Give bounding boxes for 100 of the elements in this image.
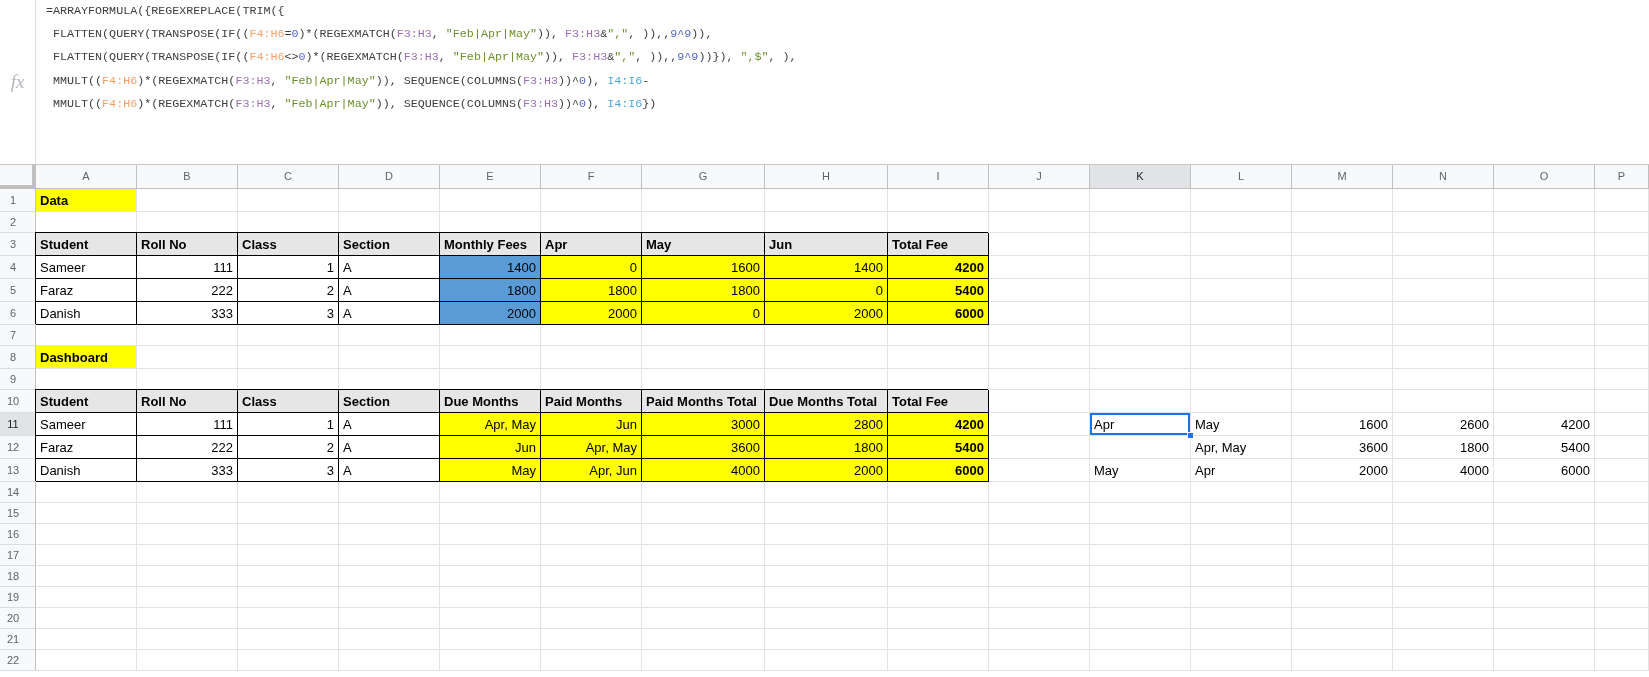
header-cell[interactable]: Total Fee [888, 390, 989, 413]
sheet-cell[interactable]: 4200 [888, 256, 989, 279]
empty-cell[interactable] [1191, 545, 1292, 566]
empty-cell[interactable] [1191, 524, 1292, 545]
empty-cell[interactable] [1292, 587, 1393, 608]
empty-cell[interactable] [1090, 545, 1191, 566]
empty-cell[interactable] [137, 325, 238, 346]
empty-cell[interactable] [1494, 503, 1595, 524]
sheet-cell[interactable]: 2 [238, 436, 339, 459]
empty-cell[interactable] [1090, 436, 1191, 459]
empty-cell[interactable] [137, 608, 238, 629]
empty-cell[interactable] [1494, 608, 1595, 629]
empty-cell[interactable] [1494, 545, 1595, 566]
empty-cell[interactable] [1595, 459, 1649, 482]
title-cell[interactable]: Data [36, 189, 137, 212]
empty-cell[interactable] [1393, 325, 1494, 346]
empty-cell[interactable] [1292, 566, 1393, 587]
empty-cell[interactable] [989, 503, 1090, 524]
empty-cell[interactable] [238, 566, 339, 587]
empty-cell[interactable] [1292, 482, 1393, 503]
empty-cell[interactable] [642, 608, 765, 629]
sheet-cell[interactable]: 5400 [1494, 436, 1595, 459]
empty-cell[interactable] [1595, 302, 1649, 325]
sheet-cell[interactable]: 4000 [642, 459, 765, 482]
sheet-cell[interactable]: 2000 [541, 302, 642, 325]
empty-cell[interactable] [1595, 524, 1649, 545]
column-header[interactable]: C [238, 165, 339, 189]
empty-cell[interactable] [1393, 629, 1494, 650]
empty-cell[interactable] [440, 503, 541, 524]
row-header[interactable]: 3 [0, 233, 36, 256]
empty-cell[interactable] [1191, 650, 1292, 671]
empty-cell[interactable] [888, 629, 989, 650]
empty-cell[interactable] [1090, 212, 1191, 233]
empty-cell[interactable] [440, 346, 541, 369]
empty-cell[interactable] [765, 629, 888, 650]
empty-cell[interactable] [1393, 545, 1494, 566]
empty-cell[interactable] [989, 629, 1090, 650]
sheet-cell[interactable]: A [339, 459, 440, 482]
empty-cell[interactable] [238, 325, 339, 346]
empty-cell[interactable] [541, 566, 642, 587]
empty-cell[interactable] [1494, 256, 1595, 279]
empty-cell[interactable] [1292, 608, 1393, 629]
empty-cell[interactable] [137, 650, 238, 671]
empty-cell[interactable] [989, 566, 1090, 587]
empty-cell[interactable] [1393, 566, 1494, 587]
empty-cell[interactable] [339, 503, 440, 524]
empty-cell[interactable] [1393, 482, 1494, 503]
empty-cell[interactable] [765, 482, 888, 503]
empty-cell[interactable] [339, 545, 440, 566]
sheet-cell[interactable]: 222 [137, 436, 238, 459]
empty-cell[interactable] [1595, 650, 1649, 671]
empty-cell[interactable] [642, 566, 765, 587]
empty-cell[interactable] [765, 189, 888, 212]
sheet-cell[interactable]: Sameer [36, 256, 137, 279]
empty-cell[interactable] [1090, 346, 1191, 369]
empty-cell[interactable] [642, 189, 765, 212]
empty-cell[interactable] [238, 503, 339, 524]
empty-cell[interactable] [440, 325, 541, 346]
empty-cell[interactable] [1494, 233, 1595, 256]
column-header[interactable]: O [1494, 165, 1595, 189]
empty-cell[interactable] [541, 346, 642, 369]
row-header[interactable]: 15 [0, 503, 36, 524]
empty-cell[interactable] [440, 545, 541, 566]
sheet-cell[interactable]: 4000 [1393, 459, 1494, 482]
sheet-cell[interactable]: 3600 [1292, 436, 1393, 459]
empty-cell[interactable] [765, 503, 888, 524]
sheet-cell[interactable]: 1600 [642, 256, 765, 279]
row-header[interactable]: 21 [0, 629, 36, 650]
empty-cell[interactable] [1191, 279, 1292, 302]
column-header[interactable]: A [36, 165, 137, 189]
empty-cell[interactable] [1292, 212, 1393, 233]
empty-cell[interactable] [1292, 279, 1393, 302]
empty-cell[interactable] [137, 503, 238, 524]
empty-cell[interactable] [1090, 650, 1191, 671]
empty-cell[interactable] [1393, 503, 1494, 524]
empty-cell[interactable] [1292, 390, 1393, 413]
empty-cell[interactable] [339, 587, 440, 608]
empty-cell[interactable] [642, 482, 765, 503]
empty-cell[interactable] [1191, 325, 1292, 346]
empty-cell[interactable] [1090, 524, 1191, 545]
sheet-cell[interactable]: 111 [137, 413, 238, 436]
sheet-cell[interactable]: 2 [238, 279, 339, 302]
sheet-cell[interactable]: Apr [1191, 459, 1292, 482]
empty-cell[interactable] [440, 482, 541, 503]
empty-cell[interactable] [1595, 503, 1649, 524]
formula-field[interactable]: =ARRAYFORMULA({REGEXREPLACE(TRIM({ FLATTEN(QUERY(TRANSPOSE(IF((F4:H6=0)*(REGEXMATCH(F3:H3, "Feb|Apr|May")), F3:H3&",", )),,9^9)), FLATTEN(QUERY(TRANSPOSE(IF((F4:H6<>0)*(REGEXMATCH(F3:H3, "Feb|Apr|May")), F3:H3&",", )),,9^9))}), ",$", ), MMULT((F4:H6)*(REGEXMATCH(F3:H3, "Feb|Apr|May")), SEQUENCE(COLUMNS(F3:H3))^0), I4:I6- MMULT((F4:H6)*(REGEXMATCH(F3:H3, "Feb|Apr|May")), SEQUENCE(COLUMNS(F3:H3))^0), I4:I6}) [35, 0, 1649, 164]
sheet-cell[interactable]: 2000 [765, 459, 888, 482]
sheet-cell[interactable]: A [339, 302, 440, 325]
empty-cell[interactable] [1090, 629, 1191, 650]
empty-cell[interactable] [1090, 566, 1191, 587]
empty-cell[interactable] [989, 545, 1090, 566]
empty-cell[interactable] [1494, 587, 1595, 608]
empty-cell[interactable] [1292, 369, 1393, 390]
sheet-cell[interactable]: 2000 [765, 302, 888, 325]
empty-cell[interactable] [765, 587, 888, 608]
row-header[interactable]: 4 [0, 256, 36, 279]
sheet-cell[interactable]: 2600 [1393, 413, 1494, 436]
sheet-cell[interactable]: 2000 [1292, 459, 1393, 482]
empty-cell[interactable] [1090, 233, 1191, 256]
empty-cell[interactable] [541, 608, 642, 629]
